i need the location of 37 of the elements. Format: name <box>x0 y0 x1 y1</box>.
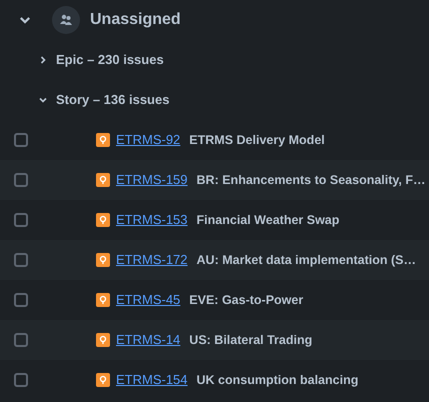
story-icon <box>96 173 110 187</box>
issue-summary: BR: Enhancements to Seasonality, F… <box>196 172 426 189</box>
issue-summary: Financial Weather Swap <box>196 212 340 229</box>
story-icon <box>96 293 110 307</box>
issue-summary: US: Bilateral Trading <box>189 332 312 349</box>
subgroup-label[interactable]: Epic – 230 issues <box>56 50 164 70</box>
issue-key-link[interactable]: ETRMS-172 <box>116 250 188 270</box>
issue-row[interactable]: ETRMS-14 US: Bilateral Trading <box>0 320 429 360</box>
story-icon <box>96 373 110 387</box>
story-icon <box>96 253 110 267</box>
issue-key-link[interactable]: ETRMS-153 <box>116 210 188 230</box>
issue-row[interactable]: ETRMS-172 AU: Market data implementation (S… <box>0 240 429 280</box>
checkbox[interactable] <box>14 253 28 267</box>
subgroup-label[interactable]: Story – 136 issues <box>56 90 170 110</box>
story-icon <box>96 333 110 347</box>
checkbox[interactable] <box>14 293 28 307</box>
issue-key-link[interactable]: ETRMS-92 <box>116 130 180 150</box>
people-icon <box>52 6 80 34</box>
issue-row[interactable]: ETRMS-159 BR: Enhancements to Seasonality, F… <box>0 160 429 200</box>
chevron-right-icon[interactable] <box>38 55 48 65</box>
issue-key-link[interactable]: ETRMS-159 <box>116 170 188 190</box>
checkbox[interactable] <box>14 333 28 347</box>
checkbox[interactable] <box>14 173 28 187</box>
checkbox[interactable] <box>14 213 28 227</box>
group-title: Unassigned <box>90 10 181 30</box>
issue-key-link[interactable]: ETRMS-45 <box>116 290 180 310</box>
checkbox[interactable] <box>14 133 28 147</box>
issue-key-link[interactable]: ETRMS-154 <box>116 370 188 390</box>
checkbox[interactable] <box>14 373 28 387</box>
issue-summary: UK consumption balancing <box>196 372 358 389</box>
issue-summary: EVE: Gas-to-Power <box>189 292 304 309</box>
issue-key-link[interactable]: ETRMS-14 <box>116 330 180 350</box>
story-icon <box>96 133 110 147</box>
issue-summary: AU: Market data implementation (S… <box>196 252 416 269</box>
issue-summary: ETRMS Delivery Model <box>189 132 325 149</box>
story-icon <box>96 213 110 227</box>
chevron-down-icon[interactable] <box>38 95 48 105</box>
